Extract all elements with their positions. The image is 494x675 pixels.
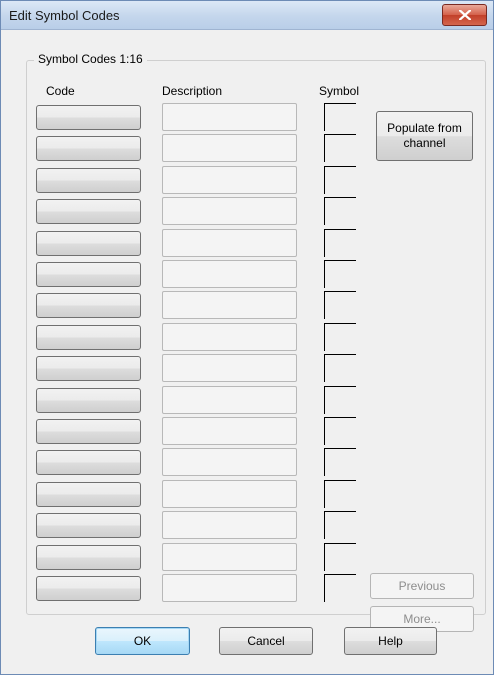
code-button[interactable] — [36, 325, 141, 350]
description-field[interactable] — [162, 291, 297, 319]
cancel-button[interactable]: Cancel — [219, 627, 313, 655]
symbol-box[interactable] — [324, 511, 356, 539]
symbol-column-header: Symbol — [319, 84, 360, 98]
symbol-box[interactable] — [324, 260, 356, 288]
symbol-box[interactable] — [324, 386, 356, 414]
symbol-box[interactable] — [324, 134, 356, 162]
title-bar[interactable]: Edit Symbol Codes — [1, 1, 493, 30]
description-field[interactable] — [162, 417, 297, 445]
description-field[interactable] — [162, 574, 297, 602]
description-field[interactable] — [162, 229, 297, 257]
close-button[interactable] — [442, 4, 487, 26]
window-title: Edit Symbol Codes — [9, 8, 120, 23]
code-button[interactable] — [36, 168, 141, 193]
symbol-box[interactable] — [324, 448, 356, 476]
description-field[interactable] — [162, 448, 297, 476]
description-column-header: Description — [162, 84, 223, 98]
code-button[interactable] — [36, 136, 141, 161]
description-field[interactable] — [162, 480, 297, 508]
symbol-box[interactable] — [324, 103, 356, 131]
description-field[interactable] — [162, 134, 297, 162]
help-button[interactable]: Help — [344, 627, 437, 655]
code-button[interactable] — [36, 388, 141, 413]
description-field[interactable] — [162, 166, 297, 194]
code-button[interactable] — [36, 450, 141, 475]
previous-button[interactable]: Previous — [370, 573, 474, 599]
symbol-box[interactable] — [324, 197, 356, 225]
code-button[interactable] — [36, 419, 141, 444]
code-button[interactable] — [36, 293, 141, 318]
description-field[interactable] — [162, 386, 297, 414]
symbol-box[interactable] — [324, 166, 356, 194]
symbol-box[interactable] — [324, 480, 356, 508]
group-label: Symbol Codes 1:16 — [34, 52, 147, 66]
code-button[interactable] — [36, 199, 141, 224]
symbol-box[interactable] — [324, 323, 356, 351]
description-field[interactable] — [162, 323, 297, 351]
description-field[interactable] — [162, 543, 297, 571]
code-button[interactable] — [36, 262, 141, 287]
symbol-box[interactable] — [324, 291, 356, 319]
description-field[interactable] — [162, 511, 297, 539]
description-field[interactable] — [162, 354, 297, 382]
description-field[interactable] — [162, 103, 297, 131]
populate-from-channel-button[interactable]: Populate from channel — [376, 111, 473, 161]
symbol-box[interactable] — [324, 574, 356, 602]
symbol-box[interactable] — [324, 543, 356, 571]
code-button[interactable] — [36, 482, 141, 507]
code-column-header: Code — [46, 84, 75, 98]
symbol-box[interactable] — [324, 229, 356, 257]
symbol-box[interactable] — [324, 417, 356, 445]
symbol-box[interactable] — [324, 354, 356, 382]
code-button[interactable] — [36, 576, 141, 601]
close-icon — [458, 10, 471, 20]
code-button[interactable] — [36, 356, 141, 381]
dialog-window: Edit Symbol Codes Symbol Codes 1:16 Code… — [0, 0, 494, 675]
code-button[interactable] — [36, 231, 141, 256]
ok-button[interactable]: OK — [95, 627, 190, 655]
description-field[interactable] — [162, 197, 297, 225]
code-button[interactable] — [36, 545, 141, 570]
description-field[interactable] — [162, 260, 297, 288]
code-button[interactable] — [36, 105, 141, 130]
code-button[interactable] — [36, 513, 141, 538]
